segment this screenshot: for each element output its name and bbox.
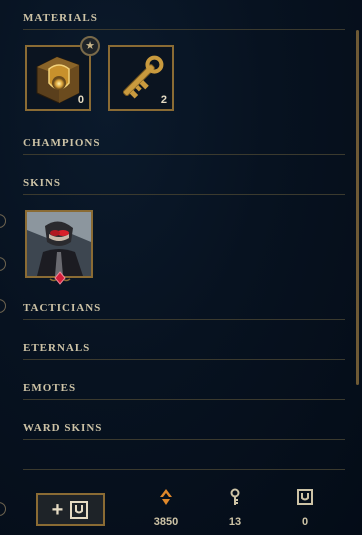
edge-ring-decoration bbox=[0, 299, 6, 313]
section-eternals-title[interactable]: ETERNALS bbox=[23, 342, 345, 360]
currency-orange-essence: 3850 bbox=[136, 488, 196, 528]
skin-rarity-gem-icon bbox=[49, 271, 71, 285]
footer-divider bbox=[23, 469, 345, 470]
skin-item[interactable] bbox=[25, 210, 93, 278]
edge-ring-decoration bbox=[0, 257, 6, 271]
edge-ring-decoration bbox=[0, 502, 6, 516]
chest-icon bbox=[297, 489, 313, 505]
section-materials-title: MATERIALS bbox=[23, 12, 345, 30]
edge-ring-decoration bbox=[0, 214, 6, 228]
key-fragment-icon bbox=[230, 488, 240, 505]
section-emotes-title[interactable]: EMOTES bbox=[23, 382, 345, 400]
section-ward-skins-title[interactable]: WARD SKINS bbox=[23, 422, 345, 440]
material-count: 0 bbox=[77, 94, 84, 106]
currency-chests: 0 bbox=[275, 488, 335, 528]
material-item-chest[interactable]: 0 bbox=[25, 45, 91, 111]
section-skins-title[interactable]: SKINS bbox=[23, 177, 345, 195]
section-champions-title[interactable]: CHAMPIONS bbox=[23, 137, 345, 155]
chest-slot-icon bbox=[70, 500, 89, 519]
plus-label: + bbox=[51, 498, 64, 521]
currency-key-fragments: 13 bbox=[205, 488, 265, 528]
chest-amount: 0 bbox=[301, 516, 309, 528]
key-fragment-amount: 13 bbox=[228, 516, 242, 528]
material-count: 2 bbox=[160, 94, 167, 106]
orange-essence-amount: 3850 bbox=[153, 516, 179, 528]
champion-skin-portrait bbox=[27, 212, 91, 276]
add-chest-button[interactable]: + bbox=[36, 493, 105, 526]
section-tacticians-title[interactable]: TACTICIANS bbox=[23, 302, 345, 320]
material-item-key[interactable]: 2 bbox=[108, 45, 174, 111]
star-badge-icon: ★ bbox=[80, 36, 100, 56]
orange-essence-icon bbox=[160, 489, 172, 505]
scrollbar[interactable] bbox=[356, 30, 359, 385]
